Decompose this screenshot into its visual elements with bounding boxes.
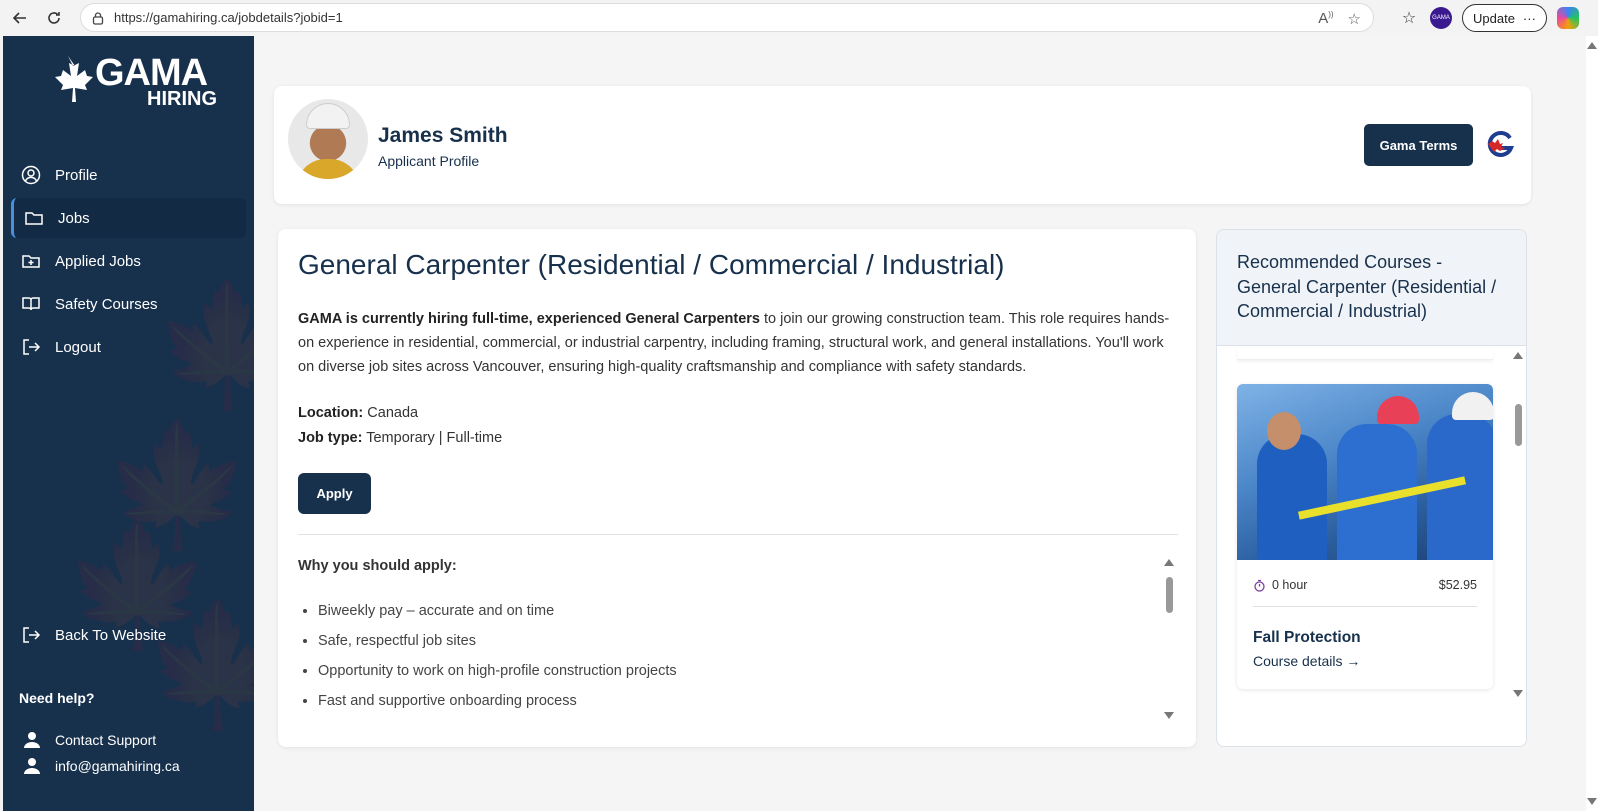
exit-icon <box>23 627 41 643</box>
user-name: James Smith <box>378 124 508 147</box>
avatar <box>288 99 368 179</box>
open-book-icon <box>22 297 40 311</box>
gama-terms-button[interactable]: Gama Terms <box>1364 124 1473 166</box>
more-dots-icon: ··· <box>1522 10 1536 26</box>
maple-leaf-icon <box>55 56 93 102</box>
course-card[interactable]: 0 hour $52.95 Fall Protection Course det… <box>1237 384 1493 689</box>
scroll-down-arrow-icon[interactable] <box>1513 690 1523 697</box>
divider <box>1253 606 1477 607</box>
benefits-scrollbar[interactable] <box>1164 559 1176 719</box>
apply-button[interactable]: Apply <box>298 473 371 514</box>
stopwatch-icon <box>1254 579 1265 592</box>
address-bar[interactable]: https://gamahiring.ca/jobdetails?jobid=1… <box>80 3 1374 32</box>
list-item: Opportunity to work on high-profile cons… <box>318 663 677 693</box>
sidebar-item-label: Logout <box>55 338 101 356</box>
job-details-card: General Carpenter (Residential / Commerc… <box>278 229 1196 747</box>
page-viewport: 🍁 🍁 🍁 🍁 GAMA HIRING Profile Jobs Applied… <box>3 36 1598 811</box>
gama-hiring-logo[interactable]: GAMA HIRING <box>41 50 221 110</box>
sidebar-item-applied-jobs[interactable]: Applied Jobs <box>11 241 246 281</box>
lock-icon <box>92 11 104 25</box>
list-item: Safe, respectful job sites <box>318 633 677 663</box>
sidebar-item-jobs[interactable]: Jobs <box>11 198 246 238</box>
support-email-link[interactable]: info@gamahiring.ca <box>23 757 180 775</box>
contact-support-link[interactable]: Contact Support <box>23 731 156 749</box>
sidebar-item-logout[interactable]: Logout <box>11 327 246 367</box>
update-button[interactable]: Update ··· <box>1462 4 1547 32</box>
url-text: https://gamahiring.ca/jobdetails?jobid=1 <box>114 10 343 25</box>
profile-avatar[interactable]: GAMA <box>1430 7 1452 29</box>
course-details-link[interactable]: Course details → <box>1253 653 1360 669</box>
course-duration: 0 hour <box>1272 578 1308 592</box>
person-icon <box>24 732 40 748</box>
need-help-heading: Need help? <box>19 690 95 706</box>
back-to-website-link[interactable]: Back To Website <box>11 615 246 655</box>
folder-plus-icon <box>22 255 40 268</box>
courses-scrollbar[interactable] <box>1513 352 1525 697</box>
why-apply-heading: Why you should apply: <box>298 558 457 574</box>
logo-text-hiring: HIRING <box>147 88 217 110</box>
job-location: Location: Canada <box>298 405 419 421</box>
user-circle-icon <box>21 165 41 185</box>
job-description: GAMA is currently hiring full-time, expe… <box>298 307 1180 379</box>
favorites-icon[interactable]: ☆ <box>1398 7 1420 29</box>
person-icon <box>24 758 40 774</box>
sidebar-item-safety-courses[interactable]: Safety Courses <box>11 284 246 324</box>
back-to-website-label: Back To Website <box>55 626 167 644</box>
course-name: Fall Protection <box>1253 629 1361 646</box>
scrollbar-thumb[interactable] <box>1515 404 1522 446</box>
sidebar-item-label: Profile <box>55 166 98 184</box>
scrollbar-thumb[interactable] <box>1166 577 1173 613</box>
back-arrow-icon[interactable] <box>6 4 34 32</box>
browser-toolbar: https://gamahiring.ca/jobdetails?jobid=1… <box>0 0 1598 36</box>
recommended-courses-panel: Recommended Courses - General Carpenter … <box>1216 229 1527 747</box>
contact-support-label: Contact Support <box>55 732 157 748</box>
course-price: $52.95 <box>1438 578 1477 592</box>
read-aloud-icon[interactable]: A)) <box>1318 10 1333 28</box>
recommended-courses-title: Recommended Courses - General Carpenter … <box>1217 230 1526 346</box>
sidebar-item-label: Jobs <box>58 209 90 227</box>
copilot-icon[interactable] <box>1556 7 1579 29</box>
benefits-list: Biweekly pay – accurate and on time Safe… <box>318 603 677 723</box>
sidebar: 🍁 🍁 🍁 🍁 GAMA HIRING Profile Jobs Applied… <box>3 36 254 811</box>
previous-course-card <box>1237 346 1493 360</box>
sidebar-item-profile[interactable]: Profile <box>11 155 246 195</box>
scroll-up-arrow-icon[interactable] <box>1587 42 1597 49</box>
course-meta: 0 hour $52.95 <box>1253 578 1477 592</box>
list-item: Fast and supportive onboarding process <box>318 693 677 723</box>
support-email-label: info@gamahiring.ca <box>55 758 180 774</box>
job-description-lead: GAMA is currently hiring full-time, expe… <box>298 311 760 327</box>
logout-icon <box>23 339 41 355</box>
favorite-star-icon[interactable]: ☆ <box>1348 10 1361 28</box>
course-image <box>1237 384 1493 560</box>
job-title: General Carpenter (Residential / Commerc… <box>298 249 1005 280</box>
gama-g-logo-icon[interactable] <box>1486 130 1516 160</box>
sidebar-item-label: Applied Jobs <box>55 252 141 270</box>
scroll-up-arrow-icon[interactable] <box>1164 559 1174 566</box>
refresh-icon[interactable] <box>40 4 68 32</box>
profile-header-card: James Smith Applicant Profile Gama Terms <box>274 86 1531 204</box>
scroll-up-arrow-icon[interactable] <box>1513 352 1523 359</box>
user-role: Applicant Profile <box>378 153 480 169</box>
update-label: Update <box>1473 10 1515 26</box>
divider <box>298 534 1178 535</box>
folder-icon <box>25 212 43 225</box>
scroll-down-arrow-icon[interactable] <box>1164 712 1174 719</box>
scroll-down-arrow-icon[interactable] <box>1587 798 1597 805</box>
list-item: Biweekly pay – accurate and on time <box>318 603 677 633</box>
job-type: Job type: Temporary | Full-time <box>298 430 503 446</box>
sidebar-item-label: Safety Courses <box>55 295 158 313</box>
page-scrollbar[interactable] <box>1586 36 1598 811</box>
